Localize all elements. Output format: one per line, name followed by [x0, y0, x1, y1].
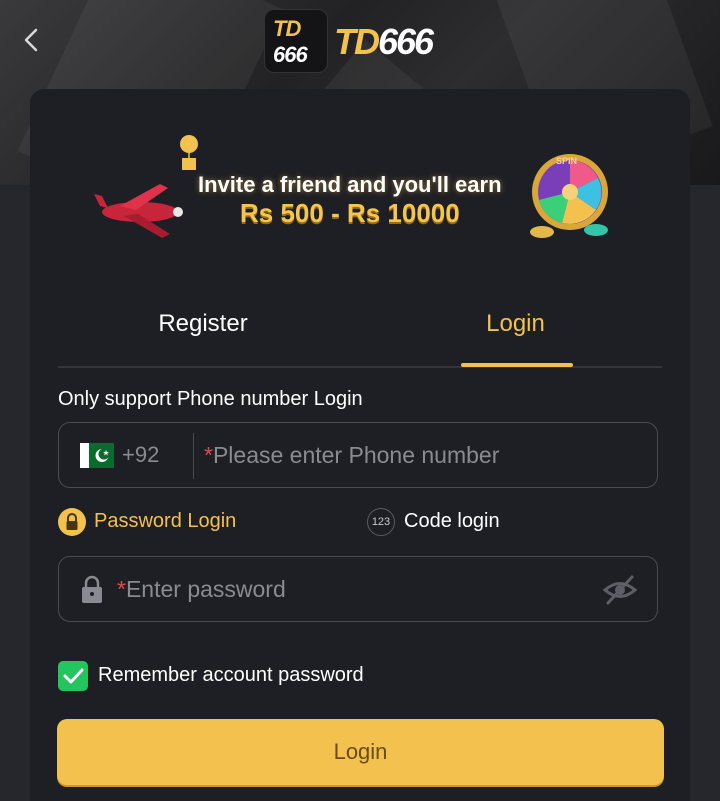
logo-badge: TD 666	[264, 9, 328, 73]
lock-icon	[58, 508, 86, 536]
active-tab-indicator	[461, 363, 573, 367]
spin-label: SPIN	[556, 156, 578, 166]
password-placeholder: Enter password	[125, 576, 286, 602]
field-divider	[193, 433, 194, 479]
password-input[interactable]: *Enter password	[117, 576, 286, 603]
tab-register[interactable]: Register	[118, 310, 288, 366]
login-hint: Only support Phone number Login	[58, 388, 363, 410]
app-logo: TD 666 TD666	[264, 9, 464, 75]
code-login-label: Code login	[404, 510, 500, 532]
checkmark-icon	[63, 668, 84, 684]
gift-balloon-icon	[180, 135, 198, 170]
padlock-icon	[82, 575, 102, 603]
eye-off-icon[interactable]	[602, 573, 638, 607]
country-code[interactable]: +92	[122, 442, 159, 468]
password-field[interactable]: *Enter password	[58, 556, 658, 622]
required-mark: *	[117, 576, 126, 602]
pakistan-flag-icon[interactable]	[80, 443, 114, 468]
password-login-label: Password Login	[94, 510, 237, 532]
airplane-icon	[94, 184, 183, 238]
remember-label[interactable]: Remember account password	[98, 664, 364, 687]
invite-banner[interactable]: Invite a friend and you'll earn Rs 500 -…	[90, 130, 630, 250]
tab-login[interactable]: Login	[438, 310, 593, 366]
required-mark: *	[204, 442, 213, 468]
banner-headline: Invite a friend and you'll earn	[198, 172, 502, 197]
auth-tabs: Register Login	[58, 296, 662, 368]
phone-placeholder: Please enter Phone number	[212, 442, 500, 468]
logo-wordmark: TD666	[334, 21, 434, 62]
back-button[interactable]	[14, 22, 50, 58]
remember-checkbox[interactable]	[58, 661, 88, 691]
banner-reward: Rs 500 - Rs 10000	[240, 198, 460, 228]
code-icon: 123	[367, 508, 395, 536]
chevron-left-icon	[24, 28, 38, 52]
phone-field[interactable]: +92 *Please enter Phone number	[58, 422, 658, 488]
phone-input[interactable]: *Please enter Phone number	[204, 442, 499, 469]
login-button[interactable]: Login	[57, 719, 664, 785]
